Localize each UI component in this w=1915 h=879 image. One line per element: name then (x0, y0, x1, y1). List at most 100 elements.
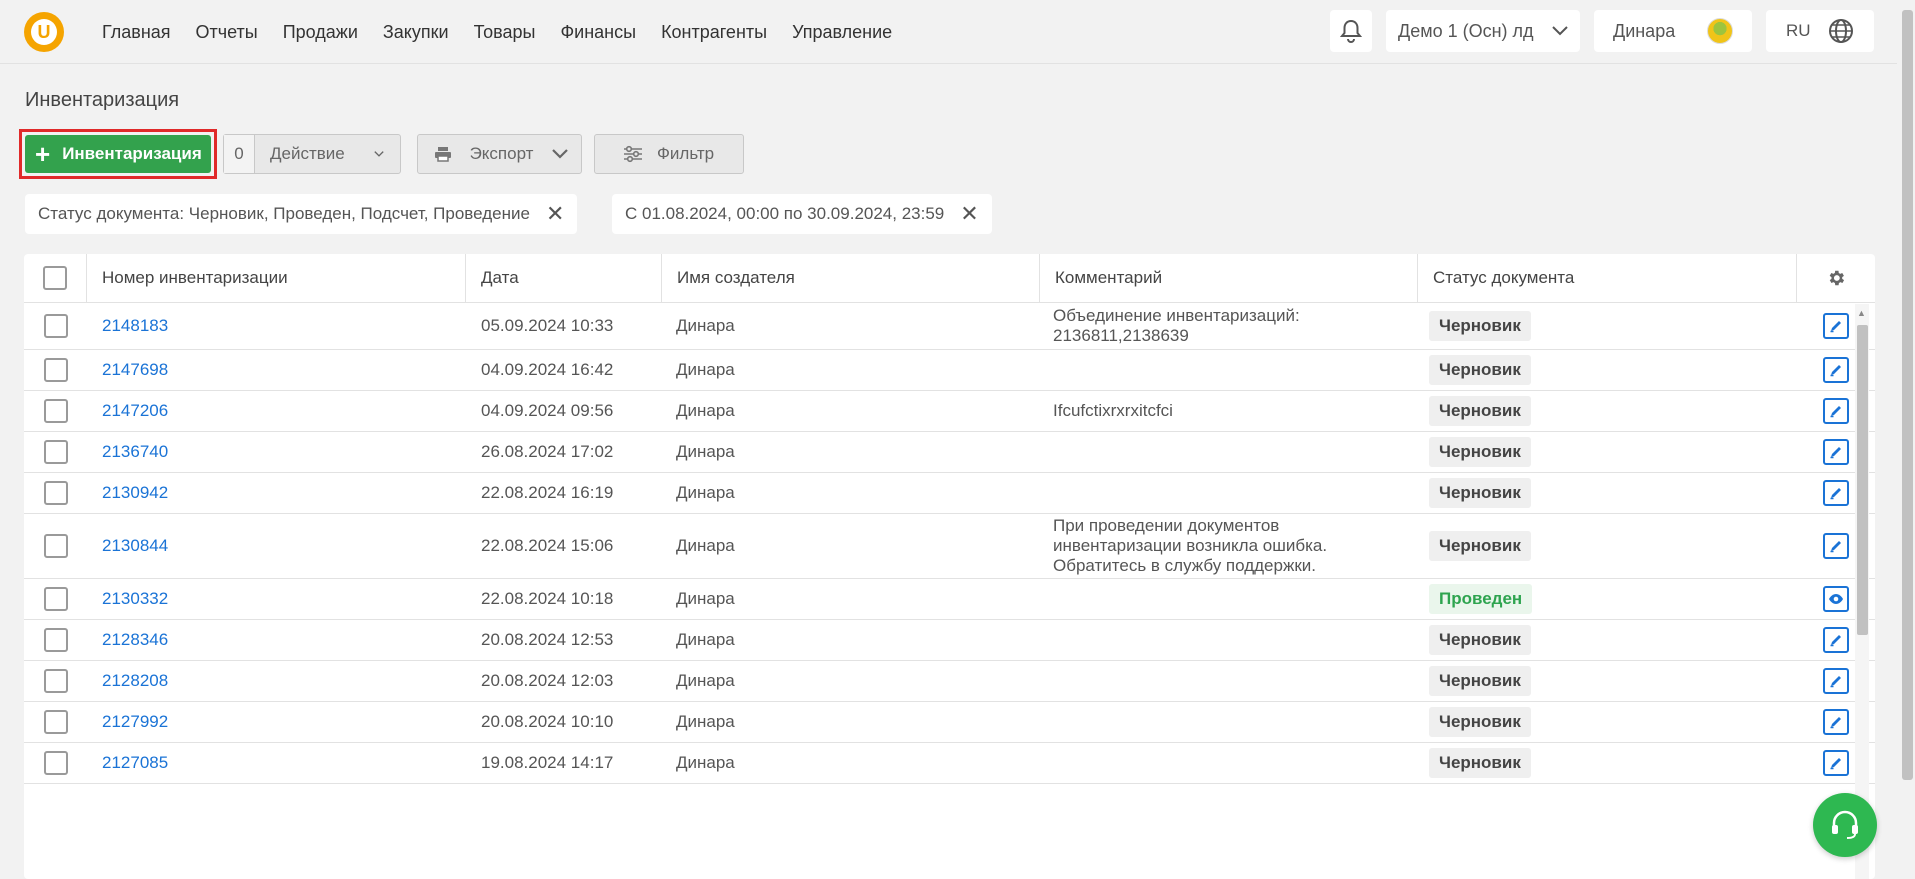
edit-button[interactable] (1823, 627, 1849, 653)
inventory-number-link[interactable]: 2136740 (102, 442, 168, 462)
cell-status: Черновик (1418, 661, 1797, 701)
select-all-checkbox[interactable] (43, 266, 67, 290)
row-checkbox[interactable] (43, 481, 68, 505)
table-row[interactable]: 2148183 05.09.2024 10:33 Динара Объединение… (24, 303, 1875, 350)
cell-number: 2136740 (87, 432, 466, 472)
app-logo[interactable]: U (24, 12, 64, 52)
row-checkbox[interactable] (43, 587, 68, 611)
user-menu[interactable]: Динара (1594, 10, 1752, 52)
edit-button[interactable] (1823, 398, 1849, 424)
nav-item-products[interactable]: Товары (474, 22, 536, 43)
pencil-icon (1830, 406, 1841, 418)
edit-button[interactable] (1823, 313, 1849, 339)
table-row[interactable]: 2136740 26.08.2024 17:02 Динара Черновик (24, 432, 1875, 473)
nav-item-home[interactable]: Главная (102, 22, 171, 43)
header-comment[interactable]: Комментарий (1040, 254, 1418, 302)
status-badge: Черновик (1429, 311, 1531, 341)
row-checkbox[interactable] (43, 399, 68, 423)
table-row[interactable]: 2128346 20.08.2024 12:53 Динара Черновик (24, 620, 1875, 661)
filter-button[interactable]: Фильтр (594, 134, 744, 174)
action-dropdown[interactable]: 0 Действие (223, 134, 401, 174)
table-row[interactable]: 2147698 04.09.2024 16:42 Динара Черновик (24, 350, 1875, 391)
avatar (1707, 18, 1733, 44)
pencil-icon (1830, 758, 1841, 770)
edit-button[interactable] (1823, 480, 1849, 506)
nav-item-reports[interactable]: Отчеты (196, 22, 258, 43)
cell-status: Черновик (1418, 432, 1797, 472)
nav-item-purchases[interactable]: Закупки (383, 22, 449, 43)
table-row[interactable]: 2128208 20.08.2024 12:03 Динара Черновик (24, 661, 1875, 702)
edit-button[interactable] (1823, 668, 1849, 694)
export-dropdown[interactable]: Экспорт (417, 134, 582, 174)
edit-button[interactable] (1823, 533, 1849, 559)
support-chat-button[interactable] (1813, 793, 1877, 857)
page-scrollbar-thumb[interactable] (1902, 10, 1913, 780)
cell-number: 2148183 (87, 303, 466, 349)
edit-button[interactable] (1823, 439, 1849, 465)
cell-number: 2130844 (87, 514, 466, 578)
table-row[interactable]: 2147206 04.09.2024 09:56 Динара Ifcufctixrx… (24, 391, 1875, 432)
inventory-number-link[interactable]: 2127085 (102, 753, 168, 773)
inventory-table: Номер инвентаризации Дата Имя создателя … (24, 254, 1875, 879)
notifications-button[interactable] (1330, 10, 1372, 52)
cell-creator: Динара (676, 589, 735, 608)
inventory-number-link[interactable]: 2130332 (102, 589, 168, 609)
status-badge: Черновик (1429, 478, 1531, 508)
edit-button[interactable] (1823, 357, 1849, 383)
close-icon[interactable]: ✕ (546, 203, 564, 225)
row-select-cell (24, 303, 87, 349)
nav-item-contractors[interactable]: Контрагенты (661, 22, 767, 43)
inventory-number-link[interactable]: 2148183 (102, 316, 168, 336)
cell-status: Черновик (1418, 350, 1797, 390)
cell-creator: Динара (676, 630, 735, 649)
table-scrollbar-thumb[interactable] (1857, 325, 1868, 635)
nav-item-management[interactable]: Управление (792, 22, 892, 43)
header-creator[interactable]: Имя создателя (662, 254, 1040, 302)
view-button[interactable] (1823, 586, 1849, 612)
cell-creator: Динара (676, 360, 735, 379)
inventory-number-link[interactable]: 2130844 (102, 536, 168, 556)
row-checkbox[interactable] (43, 314, 68, 338)
status-badge: Черновик (1429, 748, 1531, 778)
table-row[interactable]: 2127992 20.08.2024 10:10 Динара Черновик (24, 702, 1875, 743)
cell-status: Черновик (1418, 702, 1797, 742)
status-badge: Черновик (1429, 666, 1531, 696)
row-checkbox[interactable] (43, 628, 68, 652)
scroll-up-arrow[interactable]: ▲ (1857, 308, 1866, 318)
edit-button[interactable] (1823, 750, 1849, 776)
org-selector[interactable]: Демо 1 (Осн) лд (1386, 10, 1580, 52)
cell-date: 04.09.2024 09:56 (481, 401, 614, 420)
row-checkbox[interactable] (43, 534, 68, 558)
edit-button[interactable] (1823, 709, 1849, 735)
header-date[interactable]: Дата (466, 254, 662, 302)
nav-item-finance[interactable]: Финансы (560, 22, 636, 43)
table-row[interactable]: 2130942 22.08.2024 16:19 Динара Черновик (24, 473, 1875, 514)
table-row[interactable]: 2127085 19.08.2024 14:17 Динара Черновик (24, 743, 1875, 784)
nav-item-sales[interactable]: Продажи (283, 22, 358, 43)
pencil-icon (1830, 447, 1841, 459)
inventory-number-link[interactable]: 2128346 (102, 630, 168, 650)
pencil-icon (1830, 635, 1841, 647)
header-number[interactable]: Номер инвентаризации (87, 254, 466, 302)
add-inventory-button[interactable]: + Инвентаризация (25, 135, 211, 173)
row-checkbox[interactable] (43, 751, 68, 775)
row-checkbox[interactable] (43, 669, 68, 693)
cell-creator: Динара (676, 753, 735, 772)
column-settings-button[interactable] (1797, 254, 1875, 302)
table-row[interactable]: 2130332 22.08.2024 10:18 Динара Проведен (24, 579, 1875, 620)
row-select-cell (24, 702, 87, 742)
inventory-number-link[interactable]: 2130942 (102, 483, 168, 503)
row-select-cell (24, 514, 87, 578)
inventory-number-link[interactable]: 2128208 (102, 671, 168, 691)
inventory-number-link[interactable]: 2127992 (102, 712, 168, 732)
table-row[interactable]: 2130844 22.08.2024 15:06 Динара При проведе… (24, 514, 1875, 579)
row-checkbox[interactable] (43, 440, 68, 464)
inventory-number-link[interactable]: 2147698 (102, 360, 168, 380)
inventory-number-link[interactable]: 2147206 (102, 401, 168, 421)
language-selector[interactable]: RU (1766, 10, 1874, 52)
row-checkbox[interactable] (43, 710, 68, 734)
header-status[interactable]: Статус документа (1418, 254, 1797, 302)
cell-status: Черновик (1418, 473, 1797, 513)
row-checkbox[interactable] (43, 358, 68, 382)
close-icon[interactable]: ✕ (960, 203, 978, 225)
